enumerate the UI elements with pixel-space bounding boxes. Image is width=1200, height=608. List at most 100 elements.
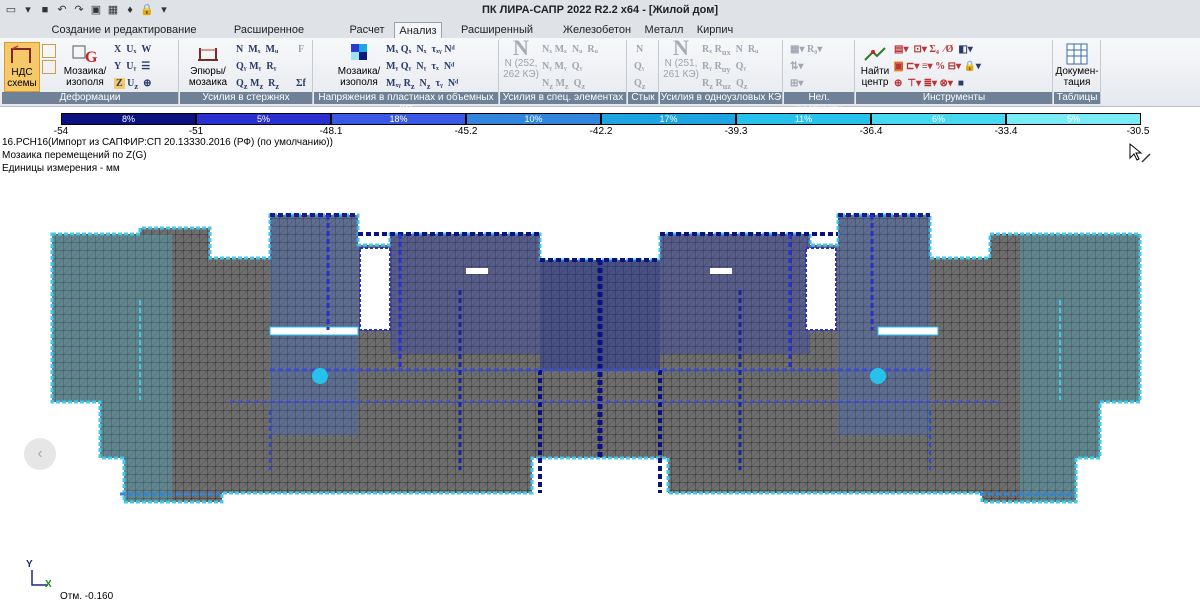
group-label: Таблицы <box>1054 92 1100 104</box>
group-label: Усилия в одноузловых КЭ <box>660 92 782 104</box>
opening <box>710 268 732 274</box>
legend-cell: 18% <box>331 113 466 125</box>
special-row2[interactable]: Nᵧ Mᵧ Qᵧ <box>542 61 582 72</box>
app-title: ПК ЛИРА-САПР 2022 R2.2 x64 - [Жилой дом] <box>481 4 719 16</box>
mosaic-isofield2-button[interactable]: Мозаика/ изополя <box>334 42 384 88</box>
group-label: Нел. жесткости <box>784 92 854 115</box>
mxy-stress-button[interactable]: Mₓᵧ Rz Nz τᵧ Nᵈ <box>386 78 458 91</box>
deform-toggle2-icon[interactable] <box>42 60 56 74</box>
tab-analysis[interactable]: Анализ <box>394 22 442 39</box>
legend-cell: 6% <box>871 113 1006 125</box>
y-button[interactable]: Y Uᵧ ☰ <box>114 61 150 72</box>
group-label: Усилия в спец. элементах <box>500 92 626 104</box>
mx-stress-button[interactable]: Mₓ Qₓ Nₓ τₓᵧ Nᵈ <box>386 44 455 55</box>
tools-row3[interactable]: ⊕ ⊤▾ ≣▾ ⊗▾ ■ <box>894 78 964 89</box>
elevation-mark: Отм. -0.160 <box>60 591 114 602</box>
tab-advanced-edit[interactable]: Расширенное редактирование <box>198 22 340 52</box>
load-combination-label: 16.РСН16(Импорт из САПФИР:СП 20.13330.20… <box>2 137 333 148</box>
nl-stiff3-icon[interactable]: ⊞▾ <box>790 78 803 89</box>
snode-row2[interactable]: Rᵧ Ruy Qᵧ <box>702 61 746 74</box>
x-button[interactable]: X Uₓ W <box>114 44 151 55</box>
qy-button[interactable]: Qᵧ Mᵧ Rᵧ <box>236 61 276 72</box>
snode-row3[interactable]: Rz Ruz Qz <box>702 78 748 91</box>
my-stress-button[interactable]: Mᵧ Qᵧ Nᵧ τₓ Nᵈ <box>386 61 454 72</box>
group-label: Деформации <box>2 92 178 104</box>
title-bar: ▭ ▾ ■ ↶ ↷ ▣ ▦ ♦ 🔒 ▾ ПК ЛИРА-САПР 2022 R2… <box>0 0 1200 23</box>
tab-brick[interactable]: Кирпич <box>690 22 740 38</box>
shaft-opening <box>359 247 391 331</box>
joint-qz-button[interactable]: Qz <box>634 78 645 91</box>
group-label: Усилия в стержнях <box>180 92 312 104</box>
f-button[interactable]: F <box>298 44 304 55</box>
snode-row1[interactable]: Rₓ Rux N Rᵤ <box>702 44 758 57</box>
sigma-button[interactable]: Σf <box>296 78 306 89</box>
mosaic-g-icon: G <box>72 45 98 66</box>
n252-button[interactable]: N N (252, 262 КЭ) <box>502 37 540 81</box>
legend-cell: 17% <box>601 113 736 125</box>
find-center-icon <box>864 47 886 61</box>
find-center-button[interactable]: Найти центр <box>858 42 892 88</box>
column <box>312 368 328 384</box>
opening <box>877 326 939 336</box>
special-row3[interactable]: Nz Mz Qz <box>542 78 585 91</box>
n251-button[interactable]: N N (251, 261 КЭ) <box>662 37 700 81</box>
color-mosaic-icon <box>351 44 367 60</box>
special-row1[interactable]: Nₓ Mₓ Nᵤ Rᵤ <box>542 44 598 55</box>
joint-n-button[interactable]: N <box>636 44 643 55</box>
axis-x-label: X <box>45 579 52 588</box>
axis-indicator: Y X <box>26 559 52 588</box>
ribbon-tabs: Создание и редактирование Расширенное ре… <box>0 22 1200 52</box>
group-tables: Докумен- тация Таблицы <box>1054 40 1101 104</box>
zone-mid <box>838 215 930 435</box>
deform-toggle-icon[interactable] <box>42 44 56 58</box>
epure-icon <box>198 48 218 61</box>
legend-cell: 8% <box>61 113 196 125</box>
legend-value: -36.4 <box>859 126 883 137</box>
group-plate-stresses: Мозаика/ изополя Mₓ Qₓ Nₓ τₓᵧ Nᵈ Mᵧ Qᵧ N… <box>314 40 499 115</box>
prev-arrow-button[interactable]: ‹ <box>24 438 56 470</box>
joint-qy-button[interactable]: Qᵧ <box>634 61 645 72</box>
n-large2-icon: N <box>673 35 689 60</box>
legend-value: -39.3 <box>724 126 748 137</box>
frame-icon <box>11 45 31 63</box>
mosaic-isofield-button[interactable]: G Мозаика/ изополя <box>60 42 110 88</box>
legend-cell: 10% <box>466 113 601 125</box>
axis-y-label: Y <box>26 559 33 570</box>
group-deformations: НДС схемы G Мозаика/ изополя X Uₓ W Y Uᵧ… <box>2 40 179 104</box>
group-tools: Найти центр ▤▾ ⊡▾ Σ₄ ⁄Ø ◧▾ ▣ ⊏▾ ≡▾ % ⊟▾ … <box>856 40 1053 104</box>
legend-value: -54 <box>53 126 69 137</box>
nl-stiff2-icon[interactable]: ⇅▾ <box>790 61 803 72</box>
legend-value: -33.4 <box>994 126 1018 137</box>
nds-button[interactable]: НДС схемы <box>4 42 40 92</box>
epures-button[interactable]: Эпюры/ мозаика <box>182 42 234 88</box>
tab-advanced-analysis[interactable]: Расширенный анализ <box>442 22 552 52</box>
tab-reinforced-concrete[interactable]: Железобетон <box>556 22 638 38</box>
zone-light <box>1020 234 1140 502</box>
ribbon: НДС схемы G Мозаика/ изополя X Uₓ W Y Uᵧ… <box>0 37 1200 115</box>
group-joint: N Qᵧ Qz Стык <box>628 40 659 104</box>
tab-calculation[interactable]: Расчет <box>340 22 394 38</box>
table-icon <box>1066 43 1088 65</box>
nl-stiff-icon[interactable]: ▦▾ R₀▾ <box>790 44 822 55</box>
legend-cell: 5% <box>196 113 331 125</box>
legend-value: -30.5 <box>1126 126 1150 137</box>
documentation-button[interactable]: Докумен- тация <box>1054 42 1100 88</box>
legend-value: -45.2 <box>454 126 478 137</box>
n-button[interactable]: N Mₓ Mᵤ <box>236 44 278 55</box>
qz-button[interactable]: Qz Mz Rz <box>236 78 279 91</box>
model-view-canvas[interactable] <box>0 170 1200 590</box>
zone-dark <box>390 234 540 354</box>
group-single-node-elements: N N (251, 261 КЭ) Rₓ Rux N Rᵤ Rᵧ Ruy Qᵧ … <box>660 37 783 104</box>
opening <box>269 326 359 336</box>
tools-row2[interactable]: ▣ ⊏▾ ≡▾ % ⊟▾ 🔒▾ <box>894 61 981 72</box>
building-plan <box>50 213 1142 504</box>
tools-row1[interactable]: ▤▾ ⊡▾ Σ₄ ⁄Ø ◧▾ <box>894 44 973 55</box>
tab-create-edit[interactable]: Создание и редактирование <box>50 22 198 38</box>
mosaic-type-label: Мозаика перемещений по Z(G) <box>2 150 147 161</box>
n-large-icon: N <box>513 35 529 60</box>
color-scale-legend: 8% 5% 18% 10% 17% 11% 6% 5% <box>61 113 1141 125</box>
zone-dark <box>660 234 810 354</box>
zone-light <box>52 234 172 502</box>
legend-value: -42.2 <box>589 126 613 137</box>
z-button[interactable]: Z Uz ⊕ <box>114 78 152 91</box>
